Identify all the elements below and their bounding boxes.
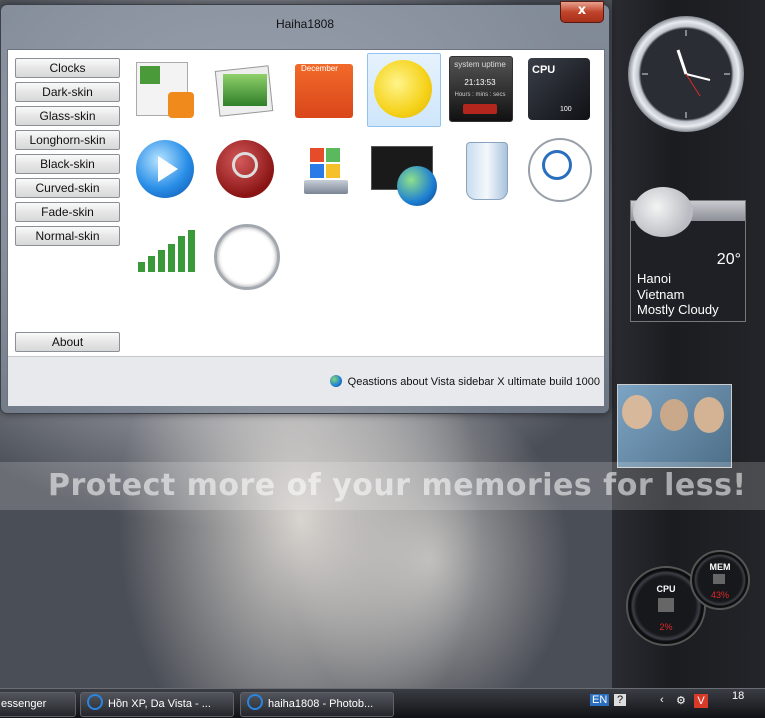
chip-icon xyxy=(713,574,725,584)
skin-button-black[interactable]: Black-skin xyxy=(15,154,120,174)
calendar-month: December xyxy=(301,64,338,73)
internet-explorer-icon xyxy=(247,694,263,710)
skin-button-fade[interactable]: Fade-skin xyxy=(15,202,120,222)
memory-meter-gauge[interactable]: MEM 43% xyxy=(690,550,750,610)
memory-meter-value: 43% xyxy=(710,590,729,600)
taskbar-item-browser-1[interactable]: Hồn XP, Da Vista - ... xyxy=(80,692,234,717)
taskbar-item-label: essenger xyxy=(1,698,47,710)
system-clock[interactable]: 18 xyxy=(732,690,744,702)
window-content: Clocks Dark-skin Glass-skin Longhorn-ski… xyxy=(7,49,605,406)
clock-hands-icon xyxy=(642,30,730,118)
watermark-text: Protect more of your memories for less! xyxy=(48,468,747,503)
uptime-caption: Hours : mins : secs xyxy=(454,92,506,98)
taskbar-item-messenger[interactable]: essenger xyxy=(0,692,76,717)
about-button[interactable]: About xyxy=(15,332,120,352)
status-link-label: Qeastions about Vista sidebar X ultimate… xyxy=(347,376,600,388)
feed-headlines-icon[interactable] xyxy=(132,58,196,122)
weather-city: Hanoi xyxy=(637,271,671,286)
antivirus-icon[interactable]: V xyxy=(694,694,708,708)
taskbar-item-label: Hồn XP, Da Vista - ... xyxy=(108,698,211,710)
face-image xyxy=(660,399,688,431)
system-uptime-icon[interactable]: system uptime 21:13:53 Hours : mins : se… xyxy=(449,56,513,122)
search-magnifier-red-icon[interactable] xyxy=(214,138,278,202)
analog-clock-icon[interactable] xyxy=(214,224,280,290)
uptime-time: 21:13:53 xyxy=(464,78,496,87)
taskbar: essenger Hồn XP, Da Vista - ... haiha180… xyxy=(0,688,765,718)
language-indicator[interactable]: EN xyxy=(590,694,610,706)
taskbar-item-browser-2[interactable]: haiha1808 - Photob... xyxy=(240,692,394,717)
slide-show-icon[interactable] xyxy=(211,58,275,122)
weather-temperature: 20° xyxy=(716,251,741,268)
skin-button-normal[interactable]: Normal-skin xyxy=(15,226,120,246)
skin-button-glass[interactable]: Glass-skin xyxy=(15,106,120,126)
skin-button-clocks[interactable]: Clocks xyxy=(15,58,120,78)
internet-explorer-icon xyxy=(87,694,103,710)
network-globe-icon[interactable] xyxy=(371,142,441,206)
weather-country: Vietnam xyxy=(637,287,685,302)
gadget-gallery-window: x Haiha1808 Clocks Dark-skin Glass-skin … xyxy=(0,1,610,414)
weather-sun-icon[interactable] xyxy=(367,53,441,127)
skin-button-curved[interactable]: Curved-skin xyxy=(15,178,120,198)
clock-gadget[interactable] xyxy=(628,16,744,132)
signal-strength-icon[interactable] xyxy=(134,224,198,288)
status-bar: Qeastions about Vista sidebar X ultimate… xyxy=(8,356,604,406)
weather-gadget[interactable]: 20° Hanoi Vietnam Mostly Cloudy xyxy=(630,187,746,322)
uptime-title: system uptime xyxy=(454,60,506,69)
media-player-icon[interactable] xyxy=(134,138,198,202)
cpu-meter-value: 2% xyxy=(659,622,673,632)
chip-icon xyxy=(658,598,674,612)
gear-icon[interactable]: ⚙ xyxy=(676,694,686,707)
face-image xyxy=(622,395,652,429)
cpu-value: 100 xyxy=(560,106,572,113)
face-image xyxy=(694,397,724,433)
cpu-label: CPU xyxy=(532,64,556,76)
memory-meter-label: MEM xyxy=(709,562,731,572)
weather-condition: Mostly Cloudy xyxy=(637,302,719,317)
cloud-icon xyxy=(633,187,693,237)
recycle-bin-icon[interactable] xyxy=(456,138,520,202)
cpu-meter-icon[interactable]: CPU 100 xyxy=(528,58,592,122)
help-icon[interactable]: ? xyxy=(614,694,626,706)
skin-button-longhorn[interactable]: Longhorn-skin xyxy=(15,130,120,150)
skin-button-dark[interactable]: Dark-skin xyxy=(15,82,120,102)
chevron-left-icon[interactable]: ‹ xyxy=(660,694,664,706)
windows-computer-icon[interactable] xyxy=(296,142,360,206)
taskbar-item-label: haiha1808 - Photob... xyxy=(268,698,374,710)
status-link[interactable]: Qeastions about Vista sidebar X ultimate… xyxy=(329,375,600,388)
search-magnifier-icon[interactable] xyxy=(528,138,592,202)
calendar-icon[interactable]: December xyxy=(291,58,355,122)
photo-slideshow-gadget[interactable] xyxy=(617,384,732,468)
window-title: Haiha1808 xyxy=(275,17,335,31)
globe-icon xyxy=(329,375,342,387)
